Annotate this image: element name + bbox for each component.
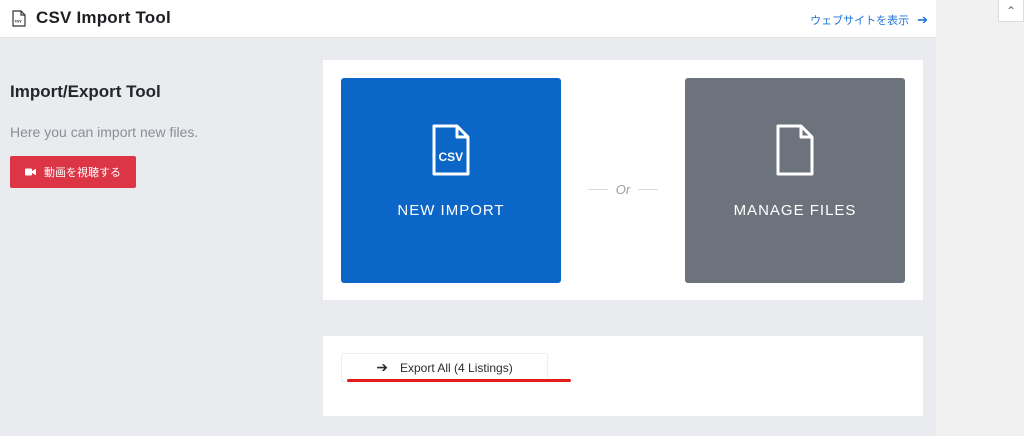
csv-badge-text: CSV — [439, 150, 464, 164]
divider-line — [587, 189, 608, 190]
annotation-underline — [347, 379, 571, 382]
manage-files-label: MANAGE FILES — [733, 202, 857, 219]
chevron-up-icon: ⌃ — [1005, 3, 1017, 18]
export-all-button[interactable]: ➔ Export All (4 Listings) — [341, 353, 548, 382]
right-panel — [936, 0, 1024, 436]
watch-video-label: 動画を視聴する — [44, 167, 121, 179]
new-import-label: NEW IMPORT — [397, 202, 505, 219]
file-icon — [776, 124, 814, 176]
view-website-label: ウェブサイトを表示 — [810, 15, 910, 27]
csv-file-icon: csv — [12, 10, 26, 27]
view-website-link[interactable]: ウェブサイトを表示 ➔ — [810, 12, 928, 28]
page-header: csv CSV Import Tool ウェブサイトを表示 ➔ — [0, 0, 936, 38]
export-all-label: Export All (4 Listings) — [400, 360, 513, 375]
watch-video-button[interactable]: 動画を視聴する — [10, 156, 136, 188]
main-area: csv CSV Import Tool ウェブサイトを表示 ➔ Import/E… — [0, 0, 936, 436]
intro-heading: Import/Export Tool — [10, 82, 161, 101]
manage-files-button[interactable]: MANAGE FILES — [685, 78, 905, 283]
video-camera-icon — [25, 168, 36, 176]
page-title: CSV Import Tool — [36, 8, 171, 27]
intro-description: Here you can import new files. — [10, 124, 199, 140]
svg-text:csv: csv — [15, 19, 23, 24]
collapse-panel-button[interactable]: ⌃ — [998, 0, 1024, 22]
arrow-right-icon: ➔ — [917, 12, 928, 27]
or-separator: Or — [585, 182, 661, 197]
intro-panel: Import/Export Tool Here you can import n… — [10, 82, 199, 188]
arrow-right-icon: ➔ — [376, 359, 388, 375]
export-card: ➔ Export All (4 Listings) — [323, 336, 923, 416]
new-import-button[interactable]: CSV NEW IMPORT — [341, 78, 561, 283]
import-options-card: CSV NEW IMPORT Or MANAGE FILES — [323, 60, 923, 300]
or-label: Or — [615, 182, 631, 197]
divider-line — [638, 189, 659, 190]
csv-document-icon: CSV — [432, 124, 470, 176]
